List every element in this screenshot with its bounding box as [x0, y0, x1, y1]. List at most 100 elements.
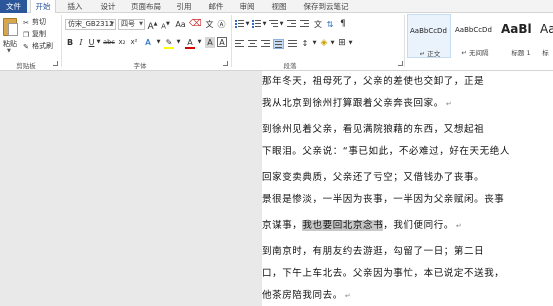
numbering-icon[interactable]	[252, 20, 261, 28]
copy-button[interactable]: ❐ 复制	[22, 29, 46, 39]
font-size-select[interactable]: 四号 ▼	[118, 19, 145, 30]
chevron-down-icon[interactable]: ▼	[156, 37, 161, 48]
font-name-value: 仿宋_GB2312	[68, 20, 114, 28]
font-size-value: 四号	[121, 20, 135, 28]
document-line[interactable]: 下眼泪。父亲说：“事已如此，不必难过，好在天无绝人	[262, 145, 510, 159]
bold-button[interactable]: B	[65, 37, 75, 48]
chevron-down-icon: ▼	[139, 21, 143, 27]
cut-label: 剪切	[32, 18, 46, 26]
line-text: 我从北京到徐州打算跟着父亲奔丧回家。	[262, 98, 444, 109]
shading-button[interactable]: ◈	[319, 38, 329, 49]
chinese-layout-button[interactable]: 文	[313, 19, 323, 30]
chevron-down-icon[interactable]: ▼	[176, 37, 181, 48]
borders-button[interactable]: ⊞	[337, 38, 347, 49]
style-heading-1[interactable]: AaBl 标题 1	[499, 14, 543, 58]
paragraph-mark-icon: ↵	[344, 292, 352, 300]
char-shading-button[interactable]: A	[205, 37, 215, 48]
decrease-indent-icon[interactable]	[287, 20, 296, 28]
style-name: ↵ 无间隔	[461, 49, 489, 57]
line-text: 京谋事，	[262, 220, 303, 231]
style-sample: Aa	[540, 22, 553, 36]
justify-icon[interactable]	[273, 39, 284, 49]
tab-references[interactable]: 引用	[173, 0, 195, 13]
document-line[interactable]: 京谋事，我也要回北京念书，我们便同行。 ↵	[262, 219, 462, 233]
tab-page-layout[interactable]: 页面布局	[128, 0, 164, 13]
underline-button[interactable]: U	[87, 37, 96, 48]
tab-design[interactable]: 设计	[97, 0, 119, 13]
style-name: 标	[542, 49, 549, 57]
style-normal[interactable]: AaBbCcDd ↵ 正文	[407, 14, 451, 58]
phonetic-guide-button[interactable]: 文	[204, 19, 215, 30]
document-line[interactable]: 口，下午上车北去。父亲因为事忙，本已说定不送我，	[262, 267, 504, 281]
distributed-icon[interactable]	[288, 40, 297, 48]
char-border-button[interactable]: A	[217, 37, 227, 47]
multilevel-list-icon[interactable]	[269, 20, 278, 28]
sort-button[interactable]: ⇅	[325, 19, 335, 30]
text-effects-button[interactable]: A	[142, 37, 154, 48]
line-text: 那年冬天，祖母死了，父亲的差使也交卸了，正是	[262, 76, 485, 87]
tab-file[interactable]: 文件	[0, 0, 27, 13]
line-spacing-button[interactable]: ↕	[300, 38, 310, 49]
chevron-down-icon[interactable]: ▼	[96, 37, 101, 48]
document-line[interactable]: 到徐州见着父亲，看见满院狼藉的东西，又想起祖	[262, 123, 484, 137]
tab-view[interactable]: 视图	[268, 0, 290, 13]
align-left-icon[interactable]	[235, 40, 244, 48]
line-text: 口，下午上车北去。父亲因为事忙，本已说定不送我，	[262, 268, 505, 279]
pilcrow-icon: ¶	[340, 19, 346, 29]
italic-button[interactable]: I	[77, 37, 85, 48]
document-line[interactable]: 他茶房陪我同去。 ↵	[262, 289, 351, 303]
chevron-down-icon[interactable]: ▼	[279, 19, 284, 30]
superscript-button[interactable]: x²	[129, 37, 139, 48]
chevron-down-icon[interactable]: ▼	[312, 38, 317, 49]
tab-home[interactable]: 开始	[30, 0, 56, 14]
chevron-down-icon[interactable]: ▼	[245, 19, 250, 30]
tab-insert[interactable]: 插入	[64, 0, 86, 13]
increase-indent-icon[interactable]	[300, 20, 309, 28]
paragraph-launcher-icon[interactable]	[398, 61, 403, 66]
document-line[interactable]: 我从北京到徐州打算跟着父亲奔丧回家。 ↵	[262, 97, 452, 111]
align-center-icon[interactable]	[248, 40, 257, 48]
document-line[interactable]: 到南京时，有朋友约去游逛，勾留了一日；第二日	[262, 245, 484, 259]
chevron-down-icon[interactable]: ▼	[197, 37, 202, 48]
clipboard-launcher-icon[interactable]	[53, 61, 58, 66]
document-line[interactable]: 景很是惨淡，一半因为丧事，一半因为父亲赋闲。丧事	[262, 193, 504, 207]
highlight-button[interactable]: ✎	[163, 37, 175, 49]
tab-review[interactable]: 审阅	[236, 0, 258, 13]
strikethrough-button[interactable]: abc	[102, 37, 116, 48]
shrink-font-button[interactable]: A▼	[160, 19, 171, 30]
cut-button[interactable]: ✂ 剪切	[22, 17, 46, 27]
style-heading-2[interactable]: Aa 标	[538, 14, 553, 58]
style-no-spacing[interactable]: AaBbCcDd ↵ 无间隔	[453, 14, 497, 58]
style-sample: AaBl	[501, 22, 532, 36]
format-painter-label: 格式刷	[32, 42, 53, 50]
show-marks-button[interactable]: ¶	[338, 19, 348, 30]
char-border-icon: A	[219, 38, 225, 47]
style-name: ↵ 正文	[419, 50, 441, 58]
bullets-icon[interactable]	[235, 20, 244, 28]
subscript-button[interactable]: x₂	[117, 37, 127, 48]
chevron-down-icon[interactable]: ▼	[348, 38, 353, 49]
font-name-select[interactable]: 仿宋_GB2312 ▼	[65, 19, 116, 30]
ribbon-tab-bar: 文件 开始 插入 设计 页面布局 引用 邮件 审阅 视图 保存到云笔记	[0, 0, 553, 14]
clear-format-button[interactable]: ⌫	[189, 19, 202, 30]
chevron-down-icon[interactable]: ▼	[330, 38, 335, 49]
change-case-button[interactable]: Aa	[174, 19, 187, 30]
clipboard-group-label: 剪贴板	[16, 62, 36, 70]
font-color-icon: A	[187, 38, 193, 47]
document-page[interactable]: 那年冬天，祖母死了，父亲的差使也交卸了，正是 我从北京到徐州打算跟着父亲奔丧回家。…	[262, 71, 553, 306]
document-line[interactable]: 那年冬天，祖母死了，父亲的差使也交卸了，正是	[262, 75, 484, 89]
document-area: 那年冬天，祖母死了，父亲的差使也交卸了，正是 我从北京到徐州打算跟着父亲奔丧回家。…	[0, 71, 553, 306]
font-launcher-icon[interactable]	[223, 61, 228, 66]
paint-bucket-icon: ◈	[320, 38, 328, 48]
document-line[interactable]: 回家变卖典质，父亲还了亏空；又借钱办了丧事。	[262, 171, 484, 185]
chevron-down-icon[interactable]: ▼	[262, 19, 267, 30]
tab-save-to-cloud-notes[interactable]: 保存到云笔记	[300, 0, 352, 13]
font-color-button[interactable]: A	[184, 37, 196, 49]
grow-font-button[interactable]: A▲	[147, 19, 158, 32]
line-text: 他茶房陪我同去。	[262, 290, 343, 301]
format-painter-button[interactable]: ✎ 格式刷	[22, 41, 53, 51]
selected-text[interactable]: 我也要回北京念书	[302, 220, 384, 231]
tab-mailings[interactable]: 邮件	[205, 0, 227, 13]
align-right-icon[interactable]	[261, 40, 270, 48]
enclose-char-button[interactable]: Ⓐ	[216, 19, 227, 30]
